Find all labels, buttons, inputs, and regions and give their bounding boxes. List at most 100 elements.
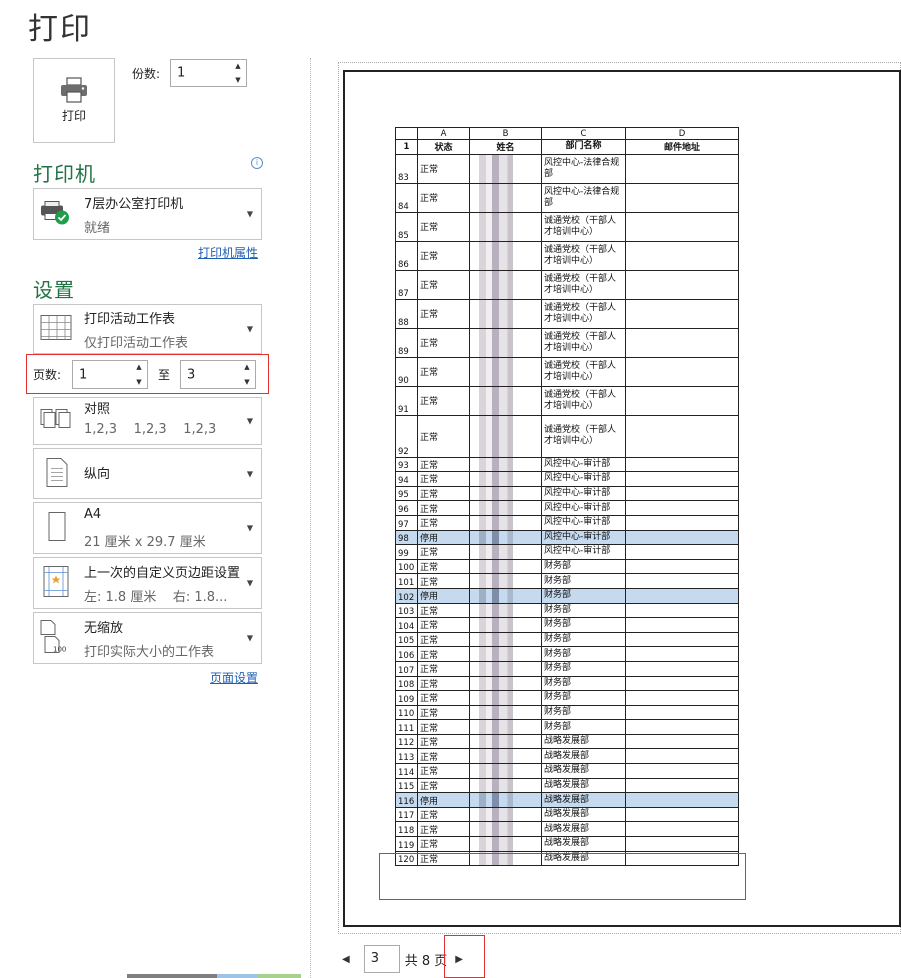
margins-icon (39, 565, 73, 602)
email-cell (625, 733, 739, 750)
department-cell: 风控中心-审计部 (541, 544, 626, 560)
status-cell: 正常 (417, 675, 470, 692)
status-cell: 正常 (417, 211, 470, 242)
highlight-box-pages (26, 354, 269, 394)
table-row: 101 正常 财务部 (395, 573, 739, 589)
table-row: 106 正常 财务部 (395, 646, 739, 662)
status-cell: 正常 (417, 777, 470, 794)
row-number: 118 (395, 821, 418, 838)
email-cell (625, 529, 739, 546)
row-number: 97 (395, 514, 418, 531)
table-row: 96 正常 风控中心-审计部 (395, 500, 739, 516)
preview-sheet-table: A B C D 1 状态 姓名 部门名称 邮件地址 83 正常 风控中心-法律合规部… (395, 127, 739, 867)
row-number: 98 (395, 529, 418, 546)
printer-icon (61, 77, 87, 103)
department-cell: 战略发展部 (541, 733, 626, 750)
print-what-title: 打印活动工作表 (84, 312, 176, 327)
table-row: 92 正常 诚通党校（干部人才培训中心） (395, 414, 739, 458)
name-cell-redacted (469, 660, 542, 677)
department-cell: 风控中心-审计部 (541, 485, 626, 502)
department-cell: 诚通党校（干部人才培训中心） (541, 385, 626, 416)
name-cell-redacted (469, 558, 542, 575)
department-cell: 风控中心-审计部 (541, 514, 626, 531)
table-row: 109 正常 财务部 (395, 690, 739, 706)
print-what-desc: 仅打印活动工作表 (84, 336, 189, 351)
name-cell-redacted (469, 777, 542, 794)
status-cell: 正常 (417, 414, 470, 458)
collate-icon (39, 406, 73, 437)
row-number: 100 (395, 558, 418, 575)
table-row: 107 正常 财务部 (395, 660, 739, 677)
portrait-page-icon (39, 456, 73, 491)
margins-dropdown[interactable]: 上一次的自定义页边距设置 左: 1.8 厘米 右: 1.8... ▼ (33, 557, 262, 609)
name-cell-redacted (469, 617, 542, 633)
table-row: 112 正常 战略发展部 (395, 733, 739, 750)
row-number: 96 (395, 500, 418, 516)
status-cell: 正常 (417, 240, 470, 271)
row-number: 99 (395, 544, 418, 560)
table-row: 83 正常 风控中心-法律合规部 (395, 153, 739, 184)
printer-properties-link[interactable]: 打印机属性 (198, 244, 258, 261)
row-number: 110 (395, 704, 418, 721)
current-page-input[interactable]: 3 (363, 945, 400, 973)
spin-up-icon[interactable]: ▲ (235, 62, 240, 70)
name-cell-redacted (469, 748, 542, 765)
table-row: 97 正常 风控中心-审计部 (395, 514, 739, 531)
email-cell (625, 298, 739, 329)
page-title: 打印 (28, 12, 92, 47)
header-cell: 邮件地址 (625, 139, 739, 155)
print-what-dropdown[interactable]: 打印活动工作表 仅打印活动工作表 ▼ (33, 304, 262, 354)
printer-dropdown[interactable]: 7层办公室打印机 就绪 ▼ (33, 188, 262, 240)
paper-size-dropdown[interactable]: A4 21 厘米 x 29.7 厘米 ▼ (33, 502, 262, 554)
page-setup-link[interactable]: 页面设置 (210, 669, 258, 686)
department-cell: 风控中心-法律合规部 (541, 182, 626, 213)
table-row: 88 正常 诚通党校（干部人才培训中心） (395, 298, 739, 329)
name-cell-redacted (469, 792, 542, 808)
email-cell (625, 836, 739, 852)
settings-heading: 设置 (33, 278, 75, 302)
printer-name: 7层办公室打印机 (84, 197, 184, 212)
email-cell (625, 763, 739, 779)
margins-title: 上一次的自定义页边距设置 (84, 566, 241, 581)
info-icon[interactable]: i (251, 157, 263, 169)
orientation-dropdown[interactable]: 纵向 ▼ (33, 448, 262, 499)
department-cell: 财务部 (541, 704, 626, 721)
name-cell-redacted (469, 456, 542, 473)
highlight-box-next (444, 935, 485, 978)
status-cell: 正常 (417, 821, 470, 838)
table-row: 119 正常 战略发展部 (395, 836, 739, 852)
header-cell: 状态 (417, 139, 470, 155)
name-cell-redacted (469, 153, 542, 184)
table-row: 85 正常 诚通党校（干部人才培训中心） (395, 211, 739, 242)
collate-dropdown[interactable]: 对照 1,2,3 1,2,3 1,2,3 ▼ (33, 397, 262, 445)
table-row: 86 正常 诚通党校（干部人才培训中心） (395, 240, 739, 271)
paper-icon (39, 511, 73, 546)
header-cell: 部门名称 (541, 139, 626, 155)
status-cell: 正常 (417, 836, 470, 852)
name-cell-redacted (469, 269, 542, 300)
email-cell (625, 631, 739, 648)
email-cell (625, 471, 739, 487)
email-cell (625, 240, 739, 271)
table-row: 93 正常 风控中心-审计部 (395, 456, 739, 473)
department-cell: 诚通党校（干部人才培训中心） (541, 298, 626, 329)
row-number: 112 (395, 733, 418, 750)
name-cell-redacted (469, 675, 542, 692)
column-header: C (541, 127, 626, 140)
prev-page-icon[interactable]: ◀ (342, 954, 350, 965)
name-cell-redacted (469, 514, 542, 531)
print-button[interactable]: 打印 (33, 58, 115, 143)
scaling-dropdown[interactable]: 100 无缩放 打印实际大小的工作表 ▼ (33, 612, 262, 664)
status-cell: 正常 (417, 471, 470, 487)
spin-down-icon[interactable]: ▼ (235, 76, 240, 84)
table-row: 84 正常 风控中心-法律合规部 (395, 182, 739, 213)
column-header: D (625, 127, 739, 140)
department-cell: 财务部 (541, 617, 626, 633)
row-number: 84 (395, 182, 418, 213)
copies-stepper[interactable]: 1 ▲ ▼ (170, 59, 247, 87)
name-cell-redacted (469, 690, 542, 706)
status-cell: 正常 (417, 182, 470, 213)
name-cell-redacted (469, 182, 542, 213)
row-number: 107 (395, 660, 418, 677)
sheet-header-row: 1 状态 姓名 部门名称 邮件地址 (395, 139, 739, 155)
